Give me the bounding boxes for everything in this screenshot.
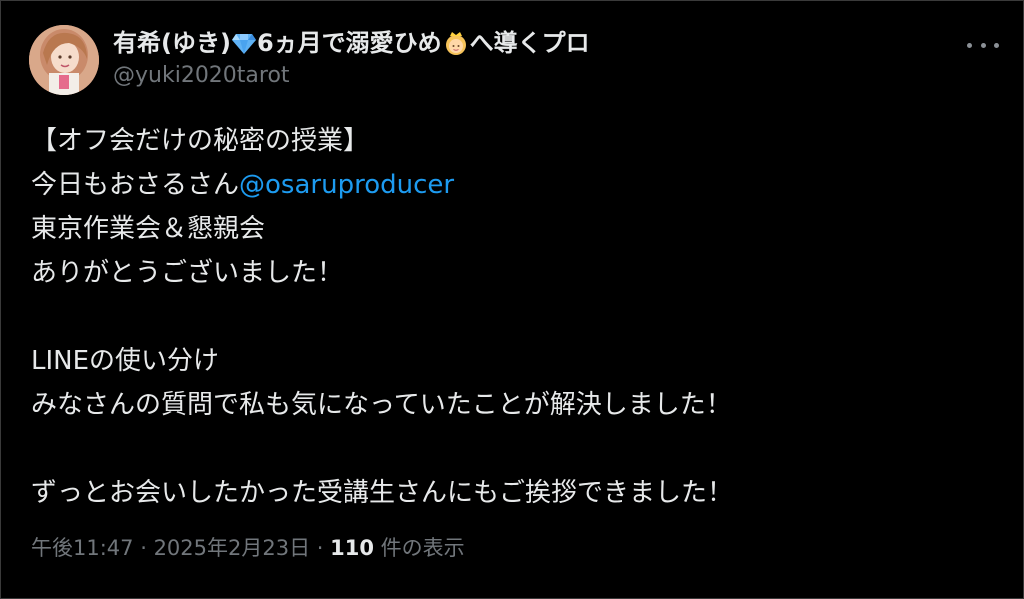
tweet-text: 【オフ会だけの秘密の授業】 今日もおさるさん@osaruproducer 東京作…	[31, 119, 991, 515]
mention-link[interactable]: @osaruproducer	[239, 170, 454, 200]
tweet-line: ありがとうございました！	[31, 258, 344, 288]
tweet-time[interactable]: 午後11:47	[31, 536, 134, 560]
display-name[interactable]: 有希(ゆき) 6ヵ月で溺愛ひめ へ導くプロ	[113, 27, 933, 59]
display-name-part3: へ導くプロ	[469, 29, 590, 57]
tweet-line: みなさんの質問で私も気になっていたことが解決しました！	[31, 390, 732, 420]
views-count[interactable]: 110	[330, 536, 374, 560]
dot	[967, 42, 972, 48]
line-break	[31, 427, 991, 471]
line-break	[31, 295, 991, 339]
author-handle[interactable]: @yuki2020tarot	[113, 61, 933, 91]
more-options-icon[interactable]	[967, 33, 999, 57]
display-name-part1: 有希(ゆき)	[113, 29, 231, 57]
tweet-line: 今日もおさるさん@osaruproducer	[31, 163, 991, 207]
princess-icon	[445, 32, 466, 55]
avatar-image	[29, 25, 99, 95]
tweet-line: LINEの使い分け	[31, 346, 220, 376]
dot	[980, 42, 986, 48]
display-name-part2: 6ヵ月で溺愛ひめ	[256, 29, 442, 57]
tweet-header: 有希(ゆき) 6ヵ月で溺愛ひめ へ導くプロ @yuki2020tarot	[29, 23, 999, 99]
avatar[interactable]	[29, 25, 99, 95]
tweet-meta: 午後11:47 · 2025年2月23日 · 110 件の表示	[31, 533, 465, 563]
tweet-line: ずっとお会いしたかった受講生さんにもご挨拶できました！	[31, 478, 734, 508]
separator: ·	[310, 536, 331, 560]
tweet-line: 東京作業会＆懇親会	[31, 214, 266, 244]
views-label: 件の表示	[373, 536, 465, 560]
gem-icon	[231, 34, 256, 54]
tweet-card: 有希(ゆき) 6ヵ月で溺愛ひめ へ導くプロ @yuki2020tarot 【オフ…	[0, 0, 1024, 599]
tweet-date[interactable]: 2025年2月23日	[154, 536, 311, 560]
tweet-line: 【オフ会だけの秘密の授業】	[31, 126, 370, 156]
tweet-line-text: 今日もおさるさん	[31, 170, 240, 200]
author-names: 有希(ゆき) 6ヵ月で溺愛ひめ へ導くプロ @yuki2020tarot	[113, 27, 933, 91]
separator: ·	[133, 536, 154, 560]
dot	[994, 42, 999, 48]
